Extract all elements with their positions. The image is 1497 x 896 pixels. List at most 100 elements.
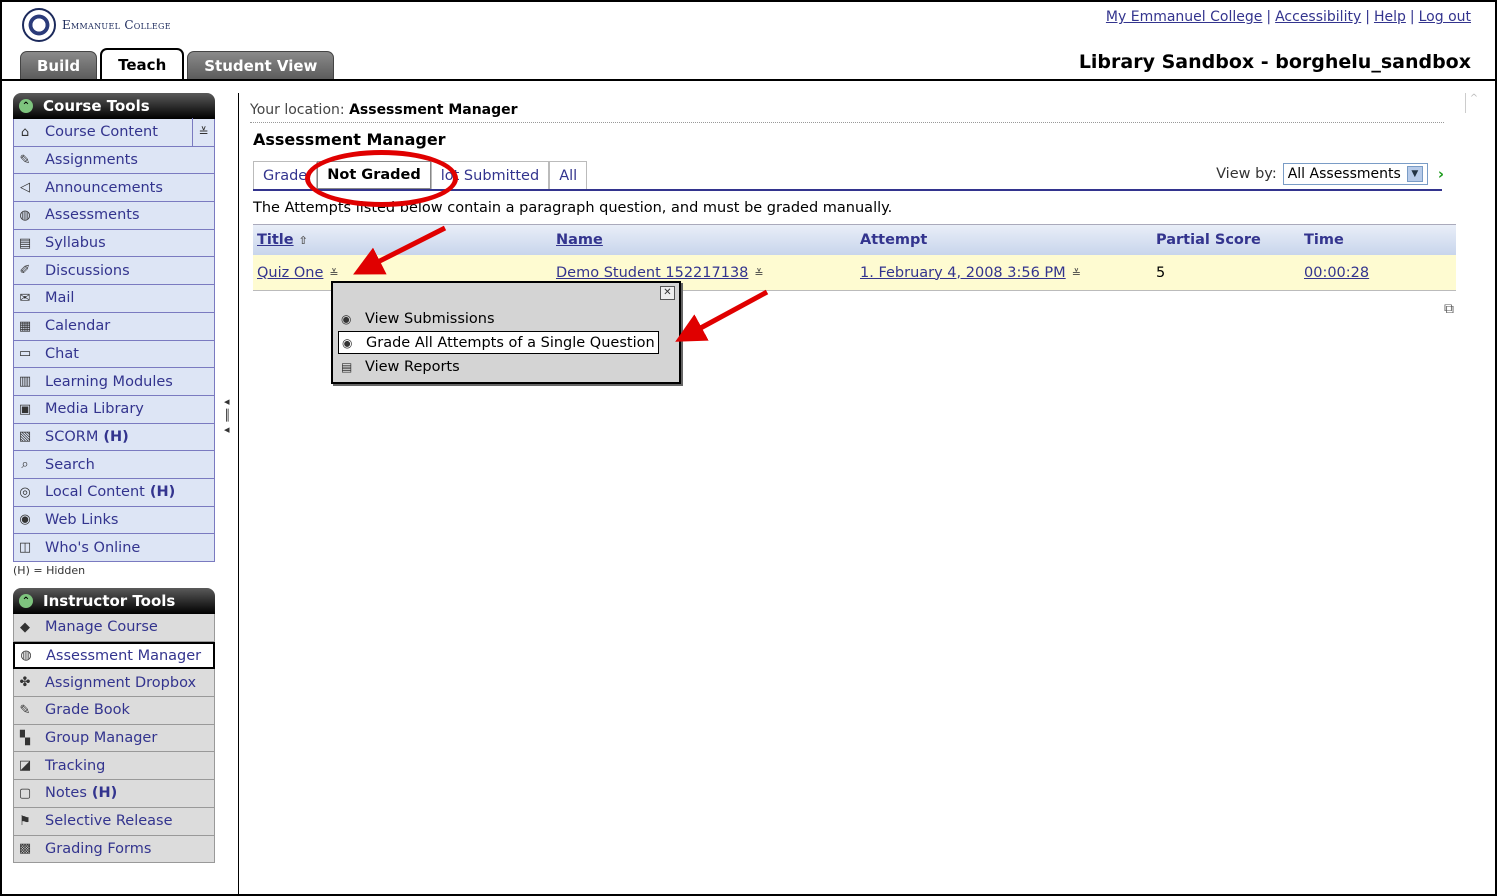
expand-all-icon[interactable]: ≚ [192,118,214,146]
sidebar-item-notes[interactable]: ▢ Notes (H) [13,780,215,808]
view-icon: ◉ [342,335,353,350]
menu-item-view-reports[interactable]: ▤ View Reports [338,355,463,378]
discussion-icon: ✐ [19,263,31,279]
sidebar-item-calendar[interactable]: ▦ Calendar [13,312,215,341]
help-link[interactable]: Help [1374,9,1406,25]
toolbox-icon: ◆ [20,619,30,635]
col-title[interactable]: Title ⇧ [257,232,308,248]
college-name: Emmanuel College [62,18,171,32]
sidebar-collapse-handle[interactable]: ◂ ║ ◂ [224,395,231,437]
copy-icon[interactable]: ⧉ [1444,301,1454,317]
action-popup-menu: ✕ ◉ View Submissions ◉ Grade All Attempt… [331,281,681,384]
sidebar-item-label: Assignments [45,152,138,169]
sidebar-item-label: Who's Online [45,539,141,556]
sidebar-item-course-content[interactable]: ⌂ Course Content ≚ [13,118,215,147]
tab-all[interactable]: All [549,161,588,189]
logout-link[interactable]: Log out [1419,9,1471,25]
col-name[interactable]: Name [556,232,603,248]
close-icon[interactable]: ✕ [660,286,675,300]
group-icon: ▚ [20,730,30,746]
sidebar-item-label: Group Manager [45,730,158,747]
col-partial-score: Partial Score [1156,232,1261,248]
sidebar-item-assessments[interactable]: ◍ Assessments [13,202,215,230]
collapse-up-icon[interactable]: ⌃ [19,99,33,113]
attempt-link[interactable]: 1. February 4, 2008 3:56 PM [860,265,1066,281]
assignment-icon: ✎ [19,152,31,168]
sort-title-link[interactable]: Title [257,232,294,248]
sort-name-link[interactable]: Name [556,232,603,248]
sidebar-item-discussions[interactable]: ✐ Discussions [13,257,215,286]
syllabus-icon: ▤ [18,235,32,251]
college-seal-icon [22,8,56,42]
instructor-tools-header[interactable]: ⌃ Instructor Tools [13,588,215,614]
sidebar-item-learning-modules[interactable]: ▥ Learning Modules [13,368,215,396]
college-logo[interactable]: Emmanuel College [22,8,171,42]
sidebar-item-grading-forms[interactable]: ▩ Grading Forms [13,835,215,864]
sidebar-item-local-content[interactable]: ◎ Local Content (H) [13,478,215,507]
sidebar-item-web-links[interactable]: ◉ Web Links [13,506,215,535]
menu-item-grade-single-question[interactable]: ◉ Grade All Attempts of a Single Questio… [338,331,659,354]
accessibility-link[interactable]: Accessibility [1275,9,1361,25]
menu-item-view-submissions[interactable]: ◉ View Submissions [338,307,498,330]
sidebar-item-label: Announcements [45,179,163,196]
sidebar-item-label: Web Links [45,511,119,528]
my-college-link[interactable]: My Emmanuel College [1106,9,1262,25]
hidden-marker: (H) [91,785,118,802]
student-name-link[interactable]: Demo Student 152217138 [556,265,748,281]
sidebar-item-mail[interactable]: ✉ Mail [13,285,215,313]
sort-up-icon[interactable]: ⇧ [299,234,308,247]
sidebar-item-label: Notes [45,785,87,802]
col-attempt: Attempt [860,232,928,248]
partial-score-value: 5 [1156,264,1166,281]
home-icon: ⌂ [20,124,30,140]
sidebar-item-group-manager[interactable]: ▚ Group Manager [13,724,215,753]
sidebar-item-tracking[interactable]: ◪ Tracking [13,752,215,781]
action-menu-icon[interactable]: ≚ [754,267,763,280]
breadcrumb: Your location: Assessment Manager [250,102,518,118]
view-icon: ◉ [341,311,352,326]
course-tools-header[interactable]: ⌃ Course Tools [13,93,215,119]
menu-item-label: Grade All Attempts of a Single Question [366,334,655,351]
sidebar-item-selective-release[interactable]: ⚑ Selective Release [13,807,215,836]
sidebar-item-grade-book[interactable]: ✎ Grade Book [13,697,215,725]
view-by-label: View by: [1216,166,1277,182]
chat-icon: ▭ [18,346,32,362]
action-menu-icon[interactable]: ≚ [329,267,338,280]
sidebar-item-label: Syllabus [45,235,106,252]
menu-item-label: View Reports [365,358,460,375]
sidebar-item-syllabus[interactable]: ▤ Syllabus [13,229,215,258]
sidebar-item-manage-course[interactable]: ◆ Manage Course [13,614,215,642]
sidebar-item-chat[interactable]: ▭ Chat [13,340,215,369]
collapse-up-icon[interactable]: ⌃ [19,594,33,608]
action-menu-icon[interactable]: ≚ [1072,267,1081,280]
sidebar-item-label: Grading Forms [45,840,152,857]
sidebar-item-assessment-manager[interactable]: ◍ Assessment Manager [13,641,215,670]
tab-build[interactable]: Build [20,51,98,79]
mail-icon: ✉ [19,290,31,306]
sidebar-item-label: Selective Release [45,813,173,830]
instructor-tools-list: ◆ Manage Course ◍ Assessment Manager ✤ Assign… [13,614,215,864]
sidebar-item-announcements[interactable]: ◁ Announcements [13,174,215,203]
tab-teach[interactable]: Teach [100,48,185,79]
sidebar-item-search[interactable]: ⌕ Search [13,451,215,479]
col-time: Time [1304,232,1344,248]
assessment-icon: ◍ [20,648,32,664]
go-arrow-icon[interactable]: › [1438,165,1444,183]
sidebar-item-who-s-online[interactable]: ◫ Who's Online [13,534,215,562]
sidebar-item-assignment-dropbox[interactable]: ✤ Assignment Dropbox [13,669,215,698]
course-tools-title: Course Tools [43,97,150,115]
sidebar-item-label: Chat [45,345,79,362]
sidebar-item-media-library[interactable]: ▣ Media Library [13,395,215,424]
globe-icon: ◉ [19,512,31,528]
tab-student-view[interactable]: Student View [187,51,335,79]
view-by-select[interactable]: All Assessments ▼ [1282,163,1428,185]
sidebar-item-scorm[interactable]: ▧ SCORM (H) [13,423,215,452]
chevron-down-icon[interactable]: ▼ [1406,166,1423,182]
sidebar: ⌃ Course Tools ⌂ Course Content ≚ ✎ Assignme… [13,93,215,864]
sidebar-item-assignments[interactable]: ✎ Assignments [13,146,215,175]
scroll-up-arrow-icon[interactable]: ^ [1465,93,1482,113]
sidebar-item-label: Mail [45,290,75,307]
quiz-title-link[interactable]: Quiz One [257,265,323,281]
time-link[interactable]: 00:00:28 [1304,265,1369,281]
sidebar-item-label: Grade Book [45,702,130,719]
